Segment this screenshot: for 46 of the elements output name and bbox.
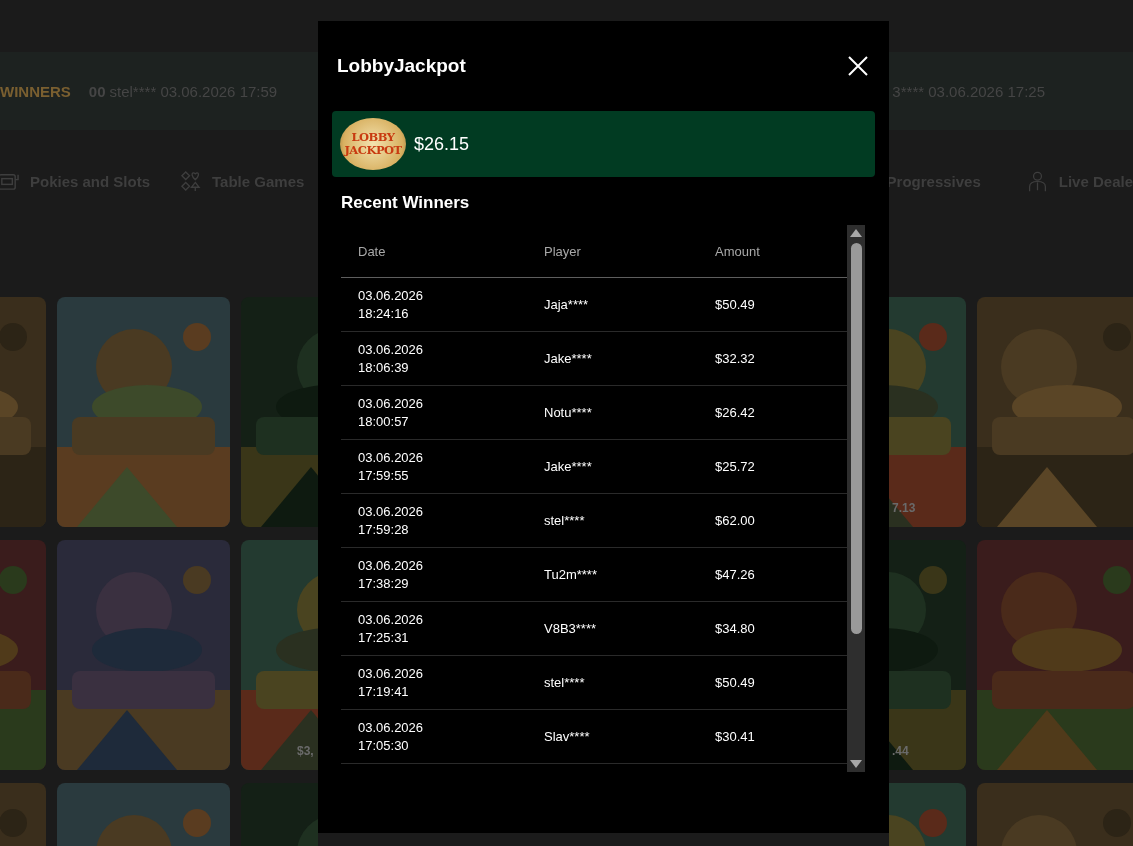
player-cell-text: Jake**** [544, 457, 593, 476]
player-cell-text: stel**** [544, 673, 586, 692]
jackpot-amount: $26.15 [414, 133, 470, 155]
jackpot-amount: $3, [297, 744, 314, 758]
column-header: Player [544, 243, 582, 259]
amount-cell-text: $34.80 [715, 619, 756, 638]
jackpot-amount: .44 [892, 744, 909, 758]
amount-cell-text: $62.00 [715, 511, 756, 530]
player-cell-text: V8B3**** [544, 619, 598, 638]
player-cell-text: Jaja**** [544, 295, 590, 314]
player-cell-text: Notu**** [544, 403, 593, 422]
date-cell-text: 03.06.2026 17:19:41 [358, 664, 425, 701]
amount-cell-text: $30.41 [715, 727, 756, 746]
amount-cell-text: $32.32 [715, 349, 756, 368]
person-icon [1026, 171, 1048, 192]
column-header: Date [358, 243, 387, 259]
amount-cell-text: $26.42 [715, 403, 756, 422]
date-cell-text: 03.06.2026 17:59:55 [358, 448, 425, 485]
amount-cell-text: $47.26 [715, 565, 756, 584]
scrollbar[interactable] [847, 225, 865, 772]
date-cell-text: 03.06.2026 18:00:57 [358, 394, 425, 431]
scroll-thumb[interactable] [850, 243, 862, 634]
date-cell-text: 03.06.2026 18:24:16 [358, 286, 425, 323]
date-cell-text: 03.06.2026 17:25:31 [358, 610, 425, 647]
scroll-down-icon[interactable] [850, 760, 862, 768]
date-cell-text: 03.06.2026 17:05:30 [358, 718, 425, 755]
section-title: Recent Winners [341, 193, 471, 213]
player-cell-text: stel**** [544, 511, 586, 530]
player-cell-text: Tu2m**** [544, 565, 598, 584]
card-suits-icon [180, 171, 202, 192]
column-header: Amount [715, 243, 761, 259]
close-button[interactable] [847, 55, 869, 77]
ticker-label: WINNERS [0, 82, 71, 100]
player-cell-text: Jake**** [544, 349, 593, 368]
date-cell-text: 03.06.2026 17:59:28 [358, 502, 425, 539]
amount-cell-text: $25.72 [715, 457, 756, 476]
slot-machine-icon [0, 171, 19, 192]
date-cell-text: 03.06.2026 17:38:29 [358, 556, 425, 593]
jackpot-amount: 7.13 [892, 501, 916, 515]
jackpot-logo: LOBBY JACKPOT [340, 118, 406, 170]
date-cell-text: 03.06.2026 18:06:39 [358, 340, 425, 377]
amount-cell-text: $50.49 [715, 673, 756, 692]
amount-cell-text: $50.49 [715, 295, 756, 314]
player-cell-text: Slav**** [544, 727, 591, 746]
scroll-up-icon[interactable] [850, 229, 862, 237]
dialog-title: LobbyJackpot [337, 55, 467, 77]
